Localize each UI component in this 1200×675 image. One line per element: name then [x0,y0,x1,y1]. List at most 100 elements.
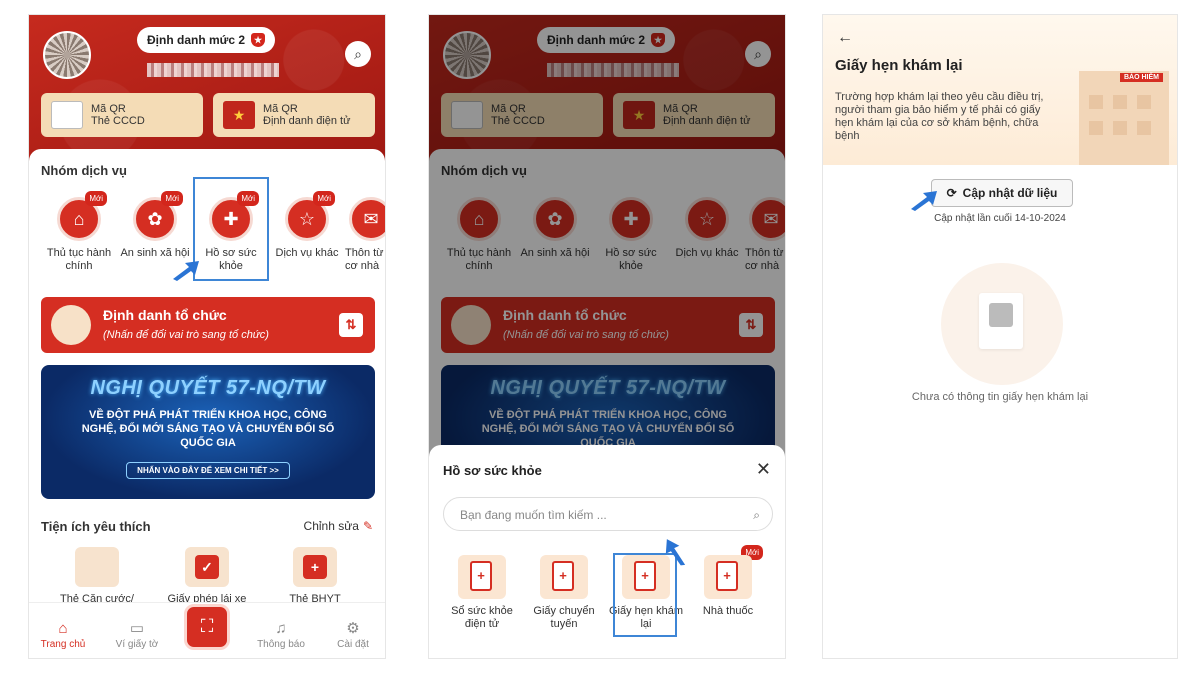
wallet-icon: ▭ [129,620,145,637]
qr-cccd-card[interactable]: Mã QR Thẻ CCCD [41,93,203,137]
health-item-nha-thuoc[interactable]: Mới + Nhà thuốc [687,545,769,618]
services-title: Nhóm dịch vụ [41,163,127,178]
id-card-icon [75,547,119,587]
qr-vneid-line2: Định danh điện tử [263,115,351,127]
health-book-icon: + [458,555,506,599]
new-badge: Mới [85,191,107,206]
close-icon[interactable]: ✕ [756,459,771,480]
update-label: Cập nhật dữ liệu [962,186,1058,200]
service-dich-vu-khac[interactable]: Mới ☆ Dịch vụ khác [269,191,345,260]
avatar[interactable] [43,31,91,79]
window [1137,95,1151,109]
appointment-header: ← Giấy hẹn khám lại Trường hợp khám lại … [823,15,1177,165]
nav-notifications[interactable]: ♫ Thông báo [251,620,311,650]
service-label: Thủ tục hành chính [46,247,112,272]
search-placeholder: Bạn đang muốn tìm kiếm ... [460,508,607,522]
scan-button[interactable]: ⛶ [184,604,230,650]
service-label: Thôn từ cơ nhà [345,247,384,272]
bottom-nav: ⌂ Trang chủ ▭ Ví giấy tờ ⛶ ♫ Thông báo ⚙ Cài… [29,602,385,658]
search-icon: ⌕ [753,508,760,522]
user-name-blurred [147,63,279,77]
empty-state-message: Chưa có thông tin giấy hẹn khám lại [911,391,1089,403]
fav-item[interactable]: ✓ Giấy phép lái xe [157,547,257,605]
appointment-screen: ← Giấy hẹn khám lại Trường hợp khám lại … [822,14,1178,659]
health-item-so-suc-khoe[interactable]: + Sổ sức khỏe điện tử [441,555,523,631]
switch-icon[interactable]: ⇅ [339,313,363,337]
nav-label: Cài đặt [337,639,369,650]
health-item-label: Giấy chuyển tuyến [533,605,595,630]
home-screen: Định danh mức 2 ★ ⌕ Mã QR Thẻ CCCD ★ Mã QR… [28,14,386,659]
qr-vneid-line1: Mã QR [263,103,298,115]
id-card-icon [51,101,83,129]
nav-wallet[interactable]: ▭ Ví giấy tờ [107,619,167,650]
banner-title: NGHỊ QUYẾT 57-NQ/TW [90,377,326,399]
banner-cta[interactable]: NHẤN VÀO ĐÂY ĐỂ XEM CHI TIẾT >> [126,462,290,479]
service-label: Dịch vụ khác [275,247,339,259]
nav-label: Ví giấy tờ [115,639,159,650]
bell-icon: ♫ [275,620,287,637]
window [1089,121,1103,135]
empty-state-illustration [941,263,1063,385]
pencil-icon: ✎ [362,519,373,533]
settings-icon: ⚙ [346,620,360,637]
document-icon [979,293,1023,349]
org-title: Định danh tổ chức [103,307,227,323]
sheet-title: Hồ sơ sức khỏe [443,463,542,478]
health-records-sheet: Hồ sơ sức khỏe ✕ Bạn đang muốn tìm kiếm … [429,445,785,658]
refresh-icon: ⟳ [946,186,957,200]
page-title: Giấy hẹn khám lại [835,57,963,74]
qr-cccd-line1: Mã QR [91,103,126,115]
new-badge: Mới [161,191,183,206]
building-sign: BẢO HIỂM [1120,73,1163,82]
window [1089,95,1103,109]
health-item-label: Nhà thuốc [702,605,754,617]
qr-cccd-line2: Thẻ CCCD [91,115,145,127]
health-insurance-icon: + [293,547,337,587]
home-header: Định danh mức 2 ★ ⌕ Mã QR Thẻ CCCD ★ Mã QR… [29,15,385,165]
person-icon [989,303,1013,327]
pointer-arrow-icon [171,259,201,281]
org-identity-card[interactable]: Định danh tổ chức (Nhấn để đổi vai trò s… [41,297,375,353]
highlight-box [193,177,269,281]
service-thu-tuc[interactable]: Mới ⌂ Thủ tục hành chính [41,191,117,273]
favorites-title: Tiện ích yêu thích [41,519,151,534]
banner-body: VỀ ĐỘT PHÁ PHÁT TRIỂN KHOA HỌC, CÔNG NGH… [81,409,335,449]
back-arrow-icon[interactable]: ← [837,29,853,47]
window [1113,121,1127,135]
shield-icon: ★ [251,33,266,47]
edit-label: Chỉnh sửa [303,519,359,533]
pharmacy-icon: + [704,555,752,599]
window [1113,95,1127,109]
service-an-sinh[interactable]: Mới ✿ An sinh xã hội [117,191,193,260]
last-update-text: Cập nhật lần cuối 14-10-2024 [934,213,1066,224]
search-icon[interactable]: ⌕ [345,41,371,67]
fav-item[interactable]: + Thẻ BHYT [265,547,365,605]
nav-home[interactable]: ⌂ Trang chủ [33,620,93,650]
home-icon: ⌂ [58,620,68,637]
search-input[interactable]: Bạn đang muốn tìm kiếm ... ⌕ [443,497,773,531]
hospital-building-icon: BẢO HIỂM [1079,71,1169,165]
fav-item[interactable]: Thẻ Căn cước/ [47,547,147,605]
id-level-label: Định danh mức 2 [147,33,246,47]
scan-icon: ⛶ [200,616,214,636]
building-icon [51,305,91,345]
emblem-icon: ★ [223,101,255,129]
org-subtitle: (Nhấn để đổi vai trò sang tổ chức) [103,329,269,341]
highlight-box [613,553,677,637]
service-more[interactable]: ✉ Thôn từ cơ nhà [345,197,385,273]
home-screen-with-sheet: Định danh mức 2 ★ ⌕ Mã QR Thẻ CCCD ★ Mã QR… [428,14,786,659]
health-item-label: Sổ sức khỏe điện tử [451,605,513,630]
id-level-badge[interactable]: Định danh mức 2 ★ [137,27,276,53]
health-item-chuyen-tuyen[interactable]: + Giấy chuyển tuyến [523,555,605,631]
update-data-button[interactable]: ⟳ Cập nhật dữ liệu [931,179,1073,207]
qr-vneid-card[interactable]: ★ Mã QR Định danh điện tử [213,93,375,137]
referral-icon: + [540,555,588,599]
nav-settings[interactable]: ⚙ Cài đặt [323,619,383,650]
resolution-banner[interactable]: NGHỊ QUYẾT 57-NQ/TW VỀ ĐỘT PHÁ PHÁT TRIỂ… [41,365,375,499]
page-description: Trường hợp khám lại theo yêu cầu điều tr… [835,91,1044,142]
service-icon: ✉ [349,197,385,241]
new-badge: Mới [313,191,335,206]
favorites-edit-link[interactable]: Chỉnh sửa ✎ [304,519,373,533]
nav-label: Trang chủ [40,639,86,650]
window [1137,121,1151,135]
